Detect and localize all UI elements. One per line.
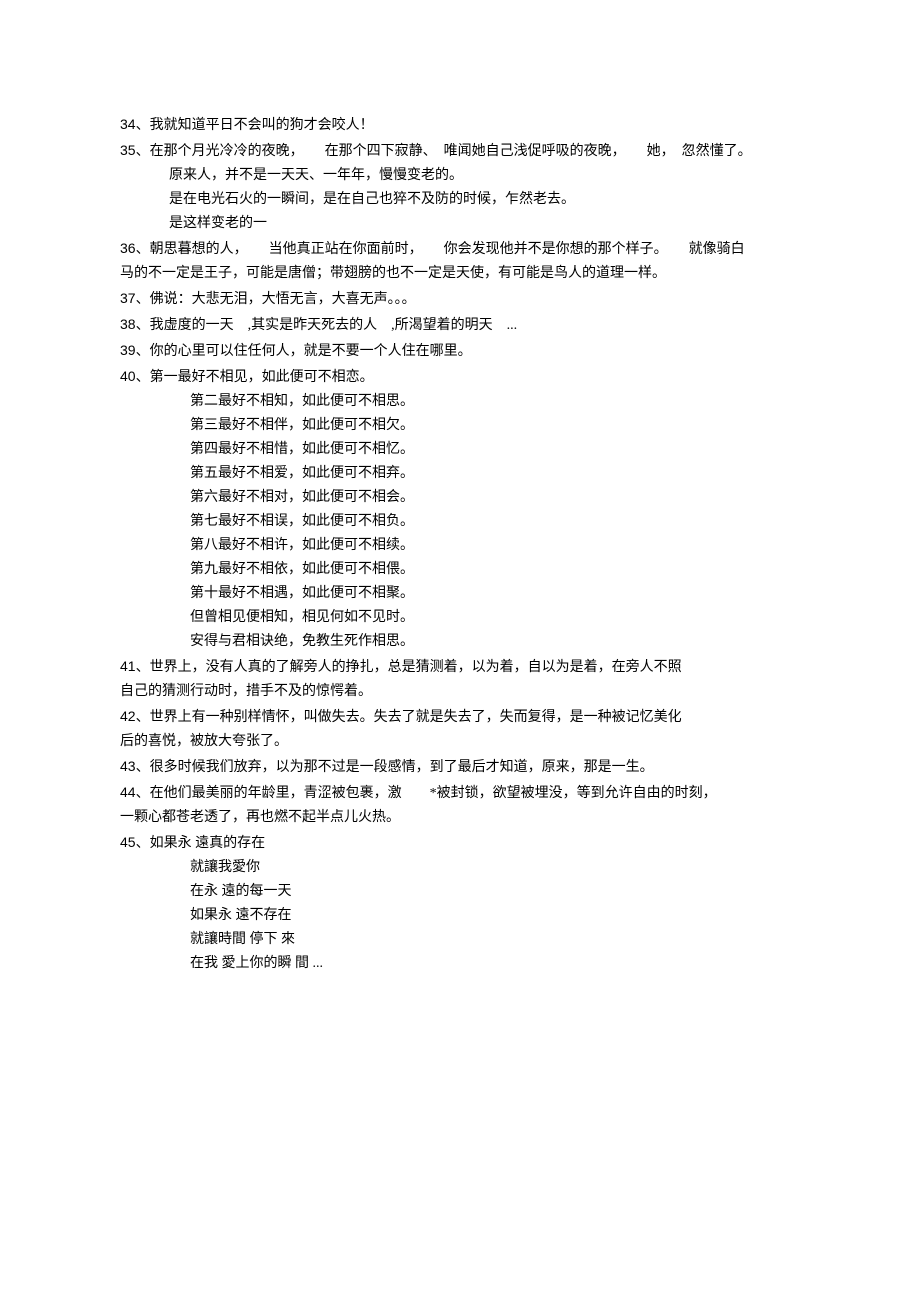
list-item: 35、在那个月光冷冷的夜晚， 在那个四下寂静、 唯闻她自己浅促呼吸的夜晚， 她，… — [120, 138, 800, 164]
item-text: 我就知道平日不会叫的狗才会咬人！ — [150, 118, 374, 133]
item-separator: 、 — [136, 144, 150, 159]
list-item: 39、你的心里可以住任何人，就是不要一个人住在哪里。 — [120, 338, 800, 364]
item-text: 如果永 遠真的存在 — [150, 836, 266, 851]
item-separator: 、 — [136, 786, 150, 801]
item-number: 45 — [120, 834, 136, 850]
item-continuation: 第四最好不相惜，如此便可不相忆。 — [120, 438, 800, 462]
item-separator: 、 — [136, 836, 150, 851]
item-text: 第一最好不相见，如此便可不相恋。 — [150, 370, 374, 385]
item-number: 37 — [120, 290, 136, 306]
item-continuation: 第九最好不相依，如此便可不相偎。 — [120, 558, 800, 582]
item-separator: 、 — [136, 344, 150, 359]
item-continuation: 后的喜悦，被放大夸张了。 — [120, 730, 800, 754]
document-page: 34、我就知道平日不会叫的狗才会咬人！35、在那个月光冷冷的夜晚， 在那个四下寂… — [0, 0, 920, 1303]
list-item: 37、佛说：大悲无泪，大悟无言，大喜无声。。。 — [120, 286, 800, 312]
item-number: 41 — [120, 658, 136, 674]
item-separator: 、 — [136, 760, 150, 775]
item-separator: 、 — [136, 292, 150, 307]
item-continuation: 第七最好不相误，如此便可不相负。 — [120, 510, 800, 534]
list-item: 41、世界上，没有人真的了解旁人的挣扎，总是猜测着，以为着，自以为是着，在旁人不… — [120, 654, 800, 680]
item-separator: 、 — [136, 370, 150, 385]
list-item: 43、很多时候我们放弃，以为那不过是一段感情，到了最后才知道，原来，那是一生。 — [120, 754, 800, 780]
list-item: 34、我就知道平日不会叫的狗才会咬人！ — [120, 112, 800, 138]
item-continuation: 第三最好不相伴，如此便可不相欠。 — [120, 414, 800, 438]
item-continuation: 第十最好不相遇，如此便可不相聚。 — [120, 582, 800, 606]
item-continuation: 在我 愛上你的瞬 間 ... — [120, 952, 800, 976]
item-continuation: 是在电光石火的一瞬间，是在自己也猝不及防的时候，乍然老去。 — [120, 188, 800, 212]
item-continuation: 安得与君相诀绝，免教生死作相思。 — [120, 630, 800, 654]
item-text: 你的心里可以住任何人，就是不要一个人住在哪里。 — [150, 344, 472, 359]
item-text: 佛说：大悲无泪，大悟无言，大喜无声。。。 — [150, 292, 416, 307]
item-number: 35 — [120, 142, 136, 158]
item-continuation: 马的不一定是王子，可能是唐僧；带翅膀的也不一定是天使，有可能是鸟人的道理一样。 — [120, 262, 800, 286]
item-separator: 、 — [136, 242, 150, 257]
item-text: 很多时候我们放弃，以为那不过是一段感情，到了最后才知道，原来，那是一生。 — [150, 760, 654, 775]
list-item: 38、我虚度的一天 ,其实是昨天死去的人 ,所渴望着的明天 ... — [120, 312, 800, 338]
item-number: 42 — [120, 708, 136, 724]
list-item: 42、世界上有一种别样情怀，叫做失去。失去了就是失去了，失而复得，是一种被记忆美… — [120, 704, 800, 730]
item-number: 34 — [120, 116, 136, 132]
item-number: 38 — [120, 316, 136, 332]
item-text: 世界上有一种别样情怀，叫做失去。失去了就是失去了，失而复得，是一种被记忆美化 — [150, 710, 682, 725]
item-number: 43 — [120, 758, 136, 774]
list-item: 36、朝思暮想的人， 当他真正站在你面前时， 你会发现他并不是你想的那个样子。 … — [120, 236, 800, 262]
item-number: 40 — [120, 368, 136, 384]
list-item: 45、如果永 遠真的存在 — [120, 830, 800, 856]
item-separator: 、 — [136, 318, 150, 333]
list-item: 40、第一最好不相见，如此便可不相恋。 — [120, 364, 800, 390]
item-continuation: 原来人，并不是一天天、一年年，慢慢变老的。 — [120, 164, 800, 188]
item-separator: 、 — [136, 660, 150, 675]
item-number: 44 — [120, 784, 136, 800]
item-continuation: 一颗心都苍老透了，再也燃不起半点儿火热。 — [120, 806, 800, 830]
item-continuation: 第二最好不相知，如此便可不相思。 — [120, 390, 800, 414]
item-text: 在那个月光冷冷的夜晚， 在那个四下寂静、 唯闻她自己浅促呼吸的夜晚， 她， 忽然… — [150, 144, 752, 159]
item-continuation: 第六最好不相对，如此便可不相会。 — [120, 486, 800, 510]
item-number: 36 — [120, 240, 136, 256]
item-continuation: 但曾相见便相知，相见何如不见时。 — [120, 606, 800, 630]
item-number: 39 — [120, 342, 136, 358]
item-text: 我虚度的一天 ,其实是昨天死去的人 ,所渴望着的明天 ... — [150, 318, 518, 333]
item-continuation: 是这样变老的一 — [120, 212, 800, 236]
item-continuation: 第五最好不相爱，如此便可不相弃。 — [120, 462, 800, 486]
item-text: 在他们最美丽的年龄里，青涩被包裹，激 *被封锁，欲望被埋没，等到允许自由的时刻， — [150, 786, 717, 801]
item-continuation: 就讓時間 停下 來 — [120, 928, 800, 952]
item-separator: 、 — [136, 710, 150, 725]
item-separator: 、 — [136, 118, 150, 133]
item-continuation: 如果永 遠不存在 — [120, 904, 800, 928]
item-continuation: 在永 遠的每一天 — [120, 880, 800, 904]
item-text: 朝思暮想的人， 当他真正站在你面前时， 你会发现他并不是你想的那个样子。 就像骑… — [150, 242, 745, 257]
item-continuation: 自己的猜测行动时，措手不及的惊愕着。 — [120, 680, 800, 704]
item-text: 世界上，没有人真的了解旁人的挣扎，总是猜测着，以为着，自以为是着，在旁人不照 — [150, 660, 682, 675]
item-continuation: 第八最好不相许，如此便可不相续。 — [120, 534, 800, 558]
list-item: 44、在他们最美丽的年龄里，青涩被包裹，激 *被封锁，欲望被埋没，等到允许自由的… — [120, 780, 800, 806]
item-continuation: 就讓我愛你 — [120, 856, 800, 880]
